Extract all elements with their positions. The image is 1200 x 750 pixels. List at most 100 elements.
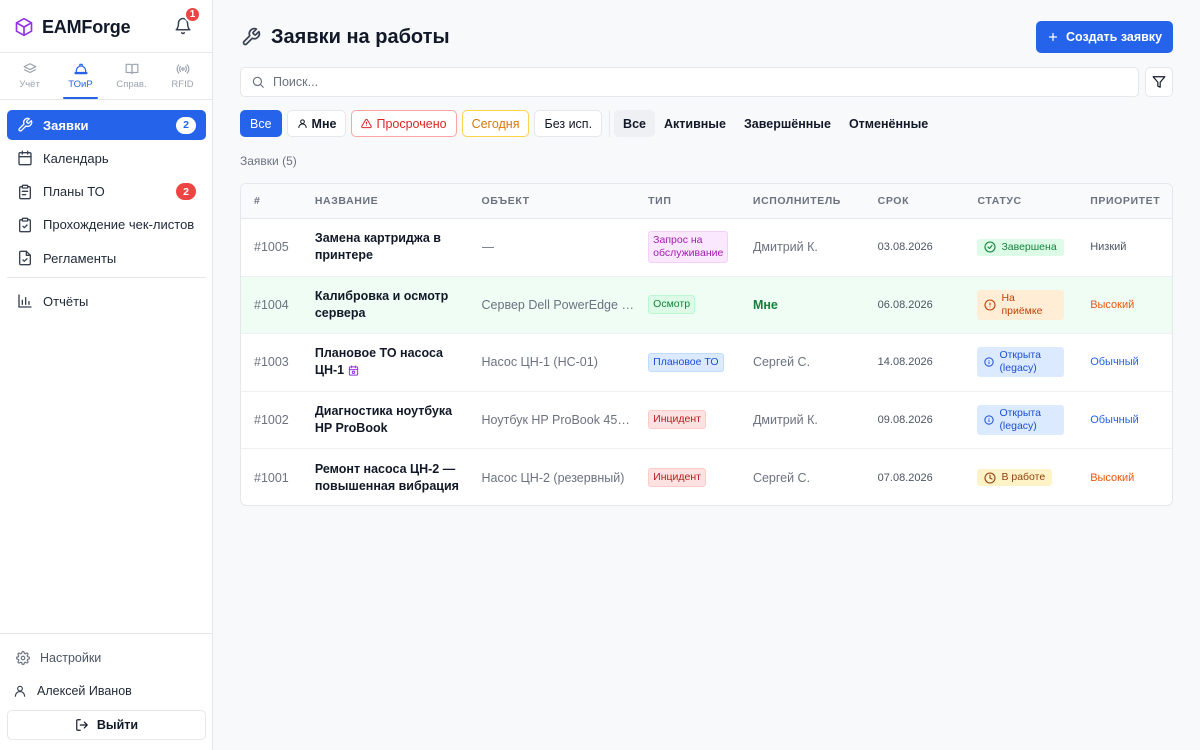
sidebar-item-label: Прохождение чек-листов — [43, 217, 195, 233]
alert-circle-icon — [984, 299, 996, 311]
chip-unassigned[interactable]: Без исп. — [534, 110, 603, 137]
table-row[interactable]: #1005 Замена картриджа в принтере — Запр… — [241, 219, 1172, 277]
table-row[interactable]: #1004 Калибровка и осмотр сервера Сервер… — [241, 276, 1172, 334]
user-name: Алексей Иванов — [37, 684, 132, 698]
check-circle-icon — [984, 241, 996, 253]
sidebar-item-calendar[interactable]: Календарь — [7, 143, 206, 173]
search-icon — [251, 75, 265, 89]
request-priority: Высокий — [1090, 298, 1135, 311]
status-cell: Открыта (legacy) — [977, 404, 1090, 435]
request-priority: Высокий — [1090, 471, 1135, 484]
module-tab-toir[interactable]: ТОиР — [55, 53, 106, 99]
app-name: EAMForge — [42, 16, 131, 37]
column-header[interactable]: ОБЪЕКТ — [482, 195, 649, 207]
chip-overdue[interactable]: Просрочено — [351, 110, 457, 137]
chip-label: Просрочено — [376, 116, 447, 131]
request-id: #1004 — [254, 297, 289, 312]
status-tab-all[interactable]: Все — [614, 110, 655, 137]
column-header[interactable]: НАЗВАНИЕ — [315, 195, 482, 207]
filter-button[interactable] — [1145, 67, 1173, 97]
type-cell: Осмотр — [648, 295, 753, 315]
request-name: Плановое ТО насоса ЦН-1 — [314, 346, 444, 378]
request-executor: Сергей С. — [752, 355, 811, 370]
create-request-button[interactable]: Создать заявку — [1036, 21, 1173, 53]
table-row[interactable]: #1002 Диагностика ноутбука HP ProBook Но… — [241, 392, 1172, 449]
type-badge: Запрос на обслуживание — [648, 231, 729, 264]
search-input[interactable] — [273, 75, 1113, 89]
filter-icon — [1152, 75, 1166, 89]
request-name: Ремонт насоса ЦН-2 — повышенная вибрация — [314, 461, 459, 493]
user-icon — [13, 684, 27, 698]
module-tab-sprav[interactable]: Справ. — [106, 53, 157, 99]
module-tab-label: Справ. — [116, 79, 147, 90]
request-name: Диагностика ноутбука HP ProBook — [314, 403, 453, 435]
sidebar-item-checklists[interactable]: Прохождение чек-листов — [7, 210, 206, 240]
sidebar-item-zayavki[interactable]: Заявки 2 — [7, 110, 206, 140]
requests-count: Заявки (5) — [240, 154, 297, 168]
wrench-icon — [17, 117, 33, 133]
request-object: Насос ЦН-2 (резервный) — [481, 470, 625, 485]
module-tab-uchet[interactable]: Учёт — [4, 53, 55, 99]
chip-today[interactable]: Сегодня — [461, 110, 530, 137]
sidebar-item-reports[interactable]: Отчёты — [7, 286, 206, 316]
settings-link[interactable]: Настройки — [16, 649, 101, 667]
chip-label: Все — [250, 116, 272, 131]
status-label: На приёмке — [1001, 291, 1043, 317]
bar-chart-icon — [17, 293, 33, 309]
request-due-date: 03.08.2026 — [877, 241, 933, 254]
status-tab-cancelled[interactable]: Отменённые — [840, 110, 937, 137]
logout-icon — [75, 718, 89, 732]
module-tab-label: RFID — [171, 79, 194, 90]
requests-table: # НАЗВАНИЕ ОБЪЕКТ ТИП ИСПОЛНИТЕЛЬ СРОК С… — [240, 183, 1173, 506]
request-name: Калибровка и осмотр сервера — [314, 288, 449, 320]
request-executor: Сергей С. — [752, 470, 811, 485]
warning-icon — [361, 118, 373, 129]
status-tab-active[interactable]: Активные — [655, 110, 735, 137]
chip-all[interactable]: Все — [240, 110, 282, 137]
request-id: #1005 — [254, 240, 289, 255]
chip-label: Сегодня — [471, 116, 520, 131]
type-badge: Осмотр — [648, 295, 696, 315]
table-row[interactable]: #1001 Ремонт насоса ЦН-2 — повышенная ви… — [241, 449, 1172, 505]
page-title: Заявки на работы — [271, 25, 450, 48]
module-tab-label: Учёт — [19, 79, 40, 90]
request-object: Насос ЦН-1 (НС-01) — [481, 355, 598, 370]
status-badge: Завершена — [977, 238, 1064, 256]
page-header: Заявки на работы — [241, 24, 450, 50]
status-badge: Открыта (legacy) — [977, 404, 1065, 435]
column-header[interactable]: ПРИОРИТЕТ — [1090, 195, 1172, 207]
count-badge: 2 — [176, 183, 196, 201]
divider — [0, 99, 212, 100]
sidebar-item-plans[interactable]: Планы ТО 2 — [7, 177, 206, 207]
status-tab-completed[interactable]: Завершённые — [735, 110, 840, 137]
status-tab-label: Отменённые — [848, 116, 929, 131]
table-row[interactable]: #1003 Плановое ТО насоса ЦН-1 Насос ЦН-1… — [241, 334, 1172, 392]
info-circle-icon — [984, 415, 995, 425]
request-id: #1003 — [254, 355, 289, 370]
column-header[interactable]: ТИП — [648, 195, 753, 207]
calendar-clock-icon — [348, 365, 359, 376]
status-label: Открыта (legacy) — [999, 406, 1041, 432]
module-tab-rfid[interactable]: RFID — [157, 53, 208, 99]
search-bar — [240, 67, 1139, 97]
column-header[interactable]: ИСПОЛНИТЕЛЬ — [753, 195, 878, 207]
logout-button[interactable]: Выйти — [7, 710, 206, 740]
clipboard-check-icon — [17, 217, 33, 233]
sidebar-item-label: Регламенты — [43, 250, 117, 266]
sidebar-item-reglaments[interactable]: Регламенты — [7, 243, 206, 273]
status-tab-label: Все — [623, 116, 646, 131]
filter-chips: Все Мне Просрочено Сегодня Без исп. Все … — [240, 110, 937, 137]
settings-label: Настройки — [40, 651, 102, 665]
brand[interactable]: EAMForge — [14, 15, 131, 39]
calendar-icon — [17, 150, 33, 166]
chip-mine[interactable]: Мне — [286, 110, 347, 137]
column-header[interactable]: # — [241, 195, 315, 207]
request-due-date: 09.08.2026 — [877, 413, 933, 426]
wrench-icon — [241, 27, 261, 47]
column-header[interactable]: СРОК — [878, 195, 978, 207]
request-priority: Обычный — [1090, 413, 1139, 426]
status-cell: Завершена — [977, 238, 1090, 257]
column-header[interactable]: СТАТУС — [977, 195, 1090, 207]
user-profile[interactable]: Алексей Иванов — [13, 682, 132, 700]
type-cell: Инцидент — [648, 410, 753, 430]
